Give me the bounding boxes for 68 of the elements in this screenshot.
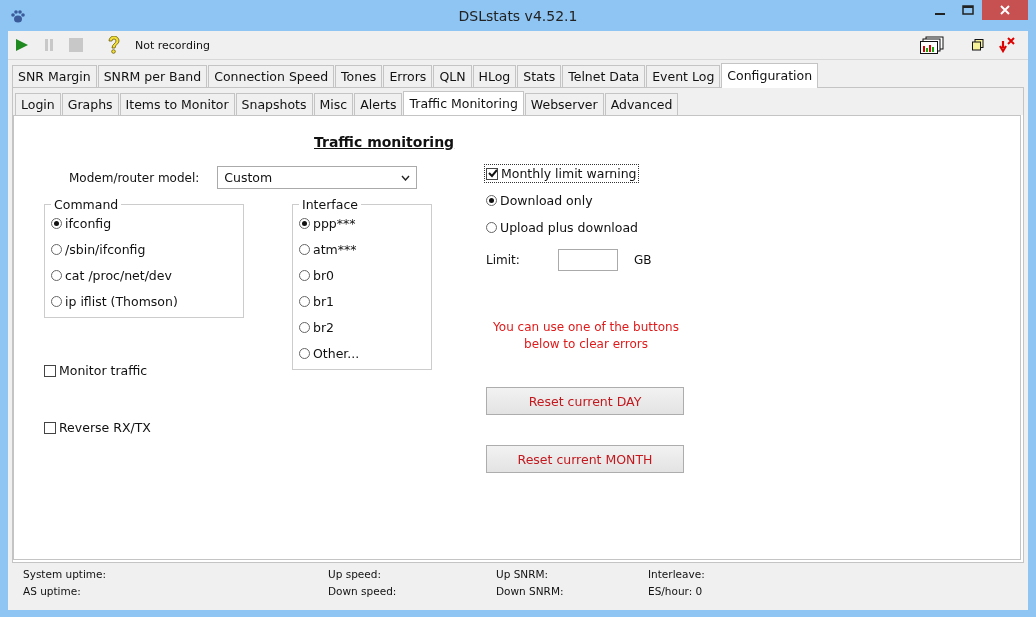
checkbox-option[interactable]: Reverse RX/TX <box>44 420 151 435</box>
recording-status: Not recording <box>135 38 210 52</box>
radio-option[interactable]: Download only <box>486 193 593 208</box>
radio-option[interactable]: br2 <box>299 320 335 335</box>
tab[interactable]: Event Log <box>646 65 721 87</box>
radio-option[interactable]: ppp*** <box>299 216 356 231</box>
tab[interactable]: Snapshots <box>235 93 313 115</box>
radio-option[interactable]: br1 <box>299 294 335 309</box>
checkbox-option[interactable]: Monthly limit warning <box>486 166 637 181</box>
chart-windows-icon[interactable] <box>920 36 944 54</box>
status-label: Down SNRM: <box>496 585 565 597</box>
play-icon[interactable] <box>15 38 29 52</box>
tab[interactable]: Alerts <box>354 93 403 115</box>
hint-message: You can use one of the buttons below to clear errors <box>492 319 680 353</box>
limit-field[interactable] <box>558 249 618 271</box>
tab[interactable]: Connection Speed <box>208 65 335 87</box>
tab[interactable]: Webserver <box>524 93 604 115</box>
minimize-icon <box>935 13 945 15</box>
model-dropdown[interactable]: Custom <box>217 166 418 189</box>
check-icon <box>487 168 497 179</box>
chevron-icon <box>401 174 411 181</box>
tab[interactable]: Login <box>15 93 61 115</box>
restore-icon[interactable] <box>972 39 984 51</box>
help-icon[interactable] <box>107 36 121 54</box>
download-close-icon[interactable] <box>998 37 1016 53</box>
group-legend: Interface <box>299 197 361 212</box>
status-label: System uptime: <box>23 568 108 580</box>
tab[interactable]: Telnet Data <box>562 65 646 87</box>
radio-option[interactable]: Upload plus download <box>486 220 639 235</box>
tab[interactable]: Graphs <box>61 93 119 115</box>
tab[interactable]: QLN <box>433 65 472 87</box>
radio-option[interactable]: Other... <box>299 346 360 361</box>
tab[interactable]: Traffic Monitoring <box>403 91 524 116</box>
checkbox-option[interactable]: Monitor traffic <box>44 363 148 378</box>
section-heading: Traffic monitoring <box>314 134 455 150</box>
paw-icon <box>10 8 26 23</box>
close-icon <box>1000 5 1010 15</box>
maximize-icon <box>962 5 974 15</box>
tab[interactable]: Configuration <box>721 63 819 88</box>
tab[interactable]: Misc <box>313 93 354 115</box>
reset-button[interactable]: Reset current DAY <box>486 387 684 415</box>
reset-button[interactable]: Reset current MONTH <box>486 445 684 473</box>
radio-option[interactable]: /sbin/ifconfig <box>51 242 146 257</box>
tab[interactable]: Items to Monitor <box>119 93 235 115</box>
radio-option[interactable]: br0 <box>299 268 335 283</box>
tab[interactable]: SNRM per Band <box>97 65 208 87</box>
unit-label: GB <box>634 253 652 267</box>
status-label: Interleave: <box>648 568 705 580</box>
tab[interactable]: Errors <box>383 65 433 87</box>
status-label: ES/hour: 0 <box>648 585 704 597</box>
status-label: Down speed: <box>328 585 398 597</box>
limit-label: Limit: <box>486 253 521 267</box>
status-label: Up SNRM: <box>496 568 550 580</box>
radio-option[interactable]: atm*** <box>299 242 357 257</box>
tab[interactable]: Advanced <box>604 93 679 115</box>
status-label: AS uptime: <box>23 585 82 597</box>
tab[interactable]: Tones <box>335 65 383 87</box>
status-label: Up speed: <box>328 568 382 580</box>
window-title: DSLstats v4.52.1 <box>458 7 578 24</box>
radio-option[interactable]: ifconfig <box>51 216 112 231</box>
tab[interactable]: Stats <box>517 65 562 87</box>
group-legend: Command <box>51 197 122 212</box>
radio-option[interactable]: cat /proc/net/dev <box>51 268 172 283</box>
tab[interactable]: SNR Margin <box>12 65 97 87</box>
model-label: Modem/router model: <box>69 170 200 185</box>
radio-option[interactable]: ip iflist (Thomson) <box>51 294 178 309</box>
tab[interactable]: HLog <box>472 65 517 87</box>
close-button[interactable] <box>982 0 1028 20</box>
